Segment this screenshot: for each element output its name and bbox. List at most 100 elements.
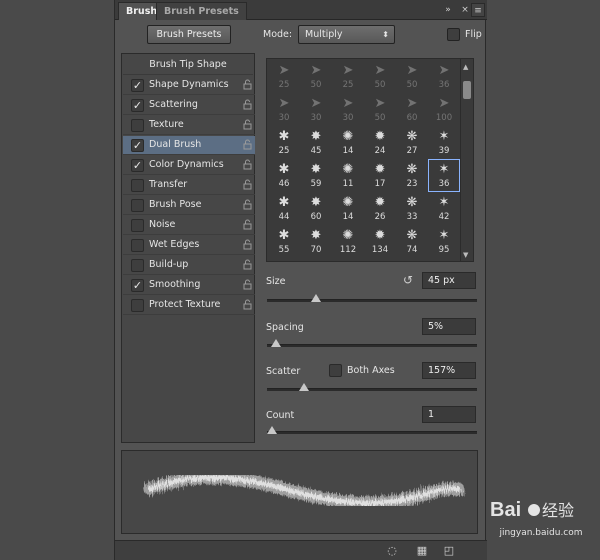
- scatter-slider[interactable]: [267, 383, 477, 391]
- lock-icon[interactable]: [242, 99, 253, 111]
- lock-icon[interactable]: [242, 139, 253, 151]
- brush-tip-3-1[interactable]: ✸ 59: [300, 159, 332, 192]
- lock-icon[interactable]: [242, 239, 253, 251]
- spacing-slider[interactable]: [267, 339, 477, 347]
- brush-tip-0-1[interactable]: ➤ 50: [300, 60, 332, 93]
- protect-texture-checkbox[interactable]: [131, 299, 144, 312]
- scatter-field[interactable]: 157%: [422, 362, 476, 379]
- brush-tip-2-0[interactable]: ✱ 25: [268, 126, 300, 159]
- new-brush-icon[interactable]: ◰: [442, 544, 456, 558]
- scroll-up-icon[interactable]: ▲: [463, 63, 468, 71]
- option-dual-brush[interactable]: ✓ Dual Brush: [123, 136, 255, 155]
- brush-tip-0-4[interactable]: ➤ 50: [396, 60, 428, 93]
- brush-tip-1-1[interactable]: ➤ 30: [300, 93, 332, 126]
- brush-tip-5-2[interactable]: ✺ 112: [332, 225, 364, 258]
- transfer-checkbox[interactable]: [131, 179, 144, 192]
- size-slider-thumb[interactable]: [311, 294, 321, 302]
- lock-icon[interactable]: [242, 199, 253, 211]
- brush-tip-3-4[interactable]: ❋ 23: [396, 159, 428, 192]
- toggle-preview-icon[interactable]: ◌: [385, 544, 399, 558]
- brush-tip-2-5[interactable]: ✶ 39: [428, 126, 460, 159]
- wet-edges-checkbox[interactable]: [131, 239, 144, 252]
- panel-menu-icon[interactable]: ≡: [471, 3, 485, 17]
- count-slider-thumb[interactable]: [267, 426, 277, 434]
- build-up-checkbox[interactable]: [131, 259, 144, 272]
- brush-tip-4-1[interactable]: ✸ 60: [300, 192, 332, 225]
- count-field[interactable]: 1: [422, 406, 476, 423]
- scroll-thumb[interactable]: [463, 81, 471, 99]
- lock-icon[interactable]: [242, 119, 253, 131]
- brush-tip-3-2[interactable]: ✺ 11: [332, 159, 364, 192]
- lock-icon[interactable]: [242, 299, 253, 311]
- grid-scrollbar[interactable]: ▲ ▼: [460, 58, 474, 262]
- scroll-down-icon[interactable]: ▼: [463, 251, 468, 259]
- color-dynamics-checkbox[interactable]: ✓: [131, 159, 144, 172]
- size-field[interactable]: 45 px: [422, 272, 476, 289]
- lock-icon[interactable]: [242, 219, 253, 231]
- brush-tip-shape-item[interactable]: Brush Tip Shape: [123, 55, 253, 75]
- tab-brush-presets[interactable]: Brush Presets: [156, 2, 247, 20]
- spacing-field[interactable]: 5%: [422, 318, 476, 335]
- brush-tip-5-0[interactable]: ✱ 55: [268, 225, 300, 258]
- brush-tip-4-4[interactable]: ❋ 33: [396, 192, 428, 225]
- brush-tip-0-0[interactable]: ➤ 25: [268, 60, 300, 93]
- brush-tip-5-3[interactable]: ✹ 134: [364, 225, 396, 258]
- option-transfer[interactable]: Transfer: [123, 176, 255, 195]
- option-wet-edges[interactable]: Wet Edges: [123, 236, 255, 255]
- brush-tip-3-3[interactable]: ✹ 17: [364, 159, 396, 192]
- smoothing-checkbox[interactable]: ✓: [131, 279, 144, 292]
- option-build-up[interactable]: Build-up: [123, 256, 255, 275]
- brush-tip-1-0[interactable]: ➤ 30: [268, 93, 300, 126]
- option-protect-texture[interactable]: Protect Texture: [123, 296, 255, 315]
- brush-tip-5-5[interactable]: ✶ 95: [428, 225, 460, 258]
- dual-brush-checkbox[interactable]: ✓: [131, 139, 144, 152]
- option-smoothing[interactable]: ✓ Smoothing: [123, 276, 255, 295]
- brush-tip-0-5[interactable]: ➤ 36: [428, 60, 460, 93]
- shape-dynamics-checkbox[interactable]: ✓: [131, 79, 144, 92]
- brush-tip-5-4[interactable]: ❋ 74: [396, 225, 428, 258]
- brush-tip-3-5[interactable]: ✶ 36: [428, 159, 460, 192]
- brush-pose-checkbox[interactable]: [131, 199, 144, 212]
- brush-tip-2-4[interactable]: ❋ 27: [396, 126, 428, 159]
- option-scattering[interactable]: ✓ Scattering: [123, 96, 255, 115]
- brush-tip-0-3[interactable]: ➤ 50: [364, 60, 396, 93]
- reset-size-icon[interactable]: ↺: [401, 273, 415, 287]
- option-noise[interactable]: Noise: [123, 216, 255, 235]
- brush-tip-1-3[interactable]: ➤ 50: [364, 93, 396, 126]
- lock-icon[interactable]: [242, 79, 253, 91]
- brush-tip-4-2[interactable]: ✺ 14: [332, 192, 364, 225]
- brush-tip-1-5[interactable]: ➤ 100: [428, 93, 460, 126]
- option-color-dynamics[interactable]: ✓ Color Dynamics: [123, 156, 255, 175]
- lock-icon[interactable]: [242, 279, 253, 291]
- count-slider[interactable]: [267, 426, 477, 434]
- mode-select[interactable]: Multiply ⬍: [298, 25, 395, 44]
- lock-icon[interactable]: [242, 159, 253, 171]
- brush-tip-5-1[interactable]: ✸ 70: [300, 225, 332, 258]
- scatter-slider-thumb[interactable]: [299, 383, 309, 391]
- lock-icon[interactable]: [242, 179, 253, 191]
- double-chevron-right-icon[interactable]: »: [442, 3, 454, 17]
- scattering-checkbox[interactable]: ✓: [131, 99, 144, 112]
- brush-tip-1-4[interactable]: ➤ 60: [396, 93, 428, 126]
- flip-checkbox[interactable]: [447, 28, 460, 41]
- brush-tip-2-2[interactable]: ✺ 14: [332, 126, 364, 159]
- brush-presets-button[interactable]: Brush Presets: [147, 25, 231, 44]
- option-texture[interactable]: Texture: [123, 116, 255, 135]
- brush-tip-0-2[interactable]: ➤ 25: [332, 60, 364, 93]
- option-shape-dynamics[interactable]: ✓ Shape Dynamics: [123, 76, 255, 95]
- brush-tip-3-0[interactable]: ✱ 46: [268, 159, 300, 192]
- brush-tip-2-1[interactable]: ✸ 45: [300, 126, 332, 159]
- grid-icon[interactable]: ▦: [415, 544, 429, 558]
- brush-tip-2-3[interactable]: ✹ 24: [364, 126, 396, 159]
- both-axes-checkbox[interactable]: [329, 364, 342, 377]
- option-brush-pose[interactable]: Brush Pose: [123, 196, 255, 215]
- texture-checkbox[interactable]: [131, 119, 144, 132]
- brush-tip-1-2[interactable]: ➤ 30: [332, 93, 364, 126]
- brush-tip-4-0[interactable]: ✱ 44: [268, 192, 300, 225]
- brush-tip-4-3[interactable]: ✹ 26: [364, 192, 396, 225]
- brush-tip-4-5[interactable]: ✶ 42: [428, 192, 460, 225]
- spacing-slider-thumb[interactable]: [271, 339, 281, 347]
- lock-icon[interactable]: [242, 259, 253, 271]
- noise-checkbox[interactable]: [131, 219, 144, 232]
- size-slider[interactable]: [267, 294, 477, 302]
